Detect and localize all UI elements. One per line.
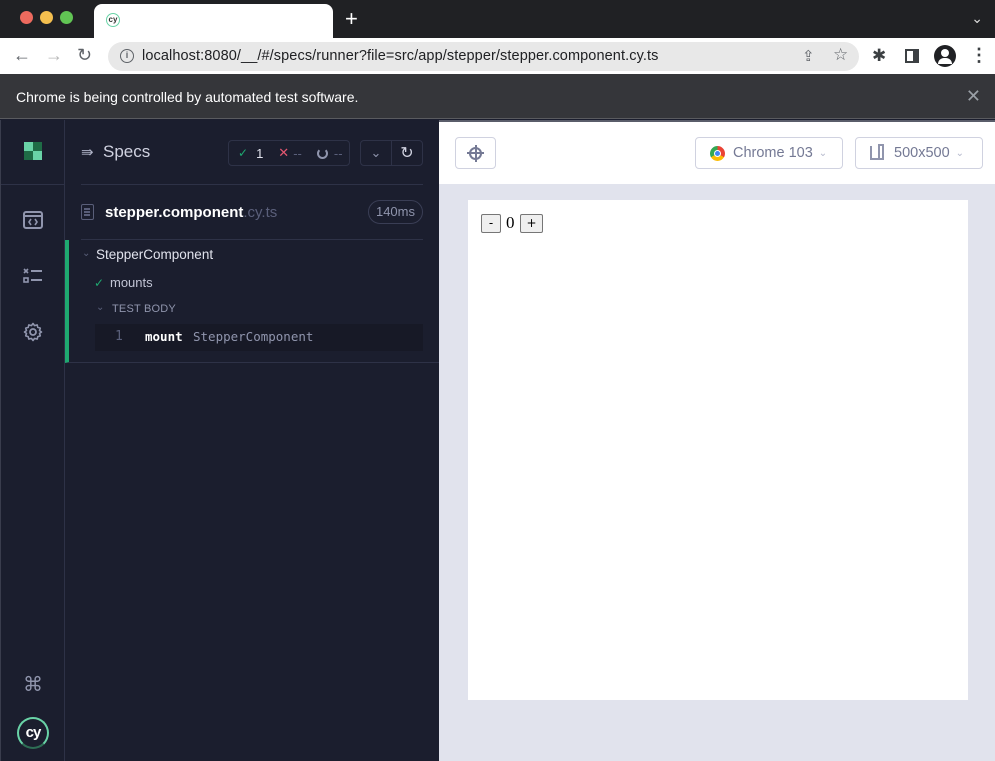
pending-spinner-icon [316, 147, 328, 159]
specs-title[interactable]: Specs [103, 142, 150, 162]
side-panel-icon[interactable] [905, 49, 919, 63]
infobar-close-icon[interactable]: ✕ [966, 86, 981, 107]
gear-icon [23, 322, 43, 342]
app-preview: Chrome 103 ⌄ 500x500 ⌄ - 0 + [439, 120, 995, 761]
share-icon[interactable]: ⇪ [802, 47, 815, 65]
spec-duration-badge: 140ms [367, 200, 423, 224]
selector-playground-button[interactable] [455, 137, 496, 169]
sidebar-item-settings[interactable] [21, 320, 45, 344]
test-list-icon [23, 268, 42, 283]
browser-menu-icon[interactable]: ⋮ [970, 44, 988, 66]
url-text[interactable]: localhost:8080/__/#/specs/runner?file=sr… [142, 48, 658, 64]
browser-dropdown[interactable]: Chrome 103 ⌄ [695, 137, 843, 169]
collapse-all-button[interactable]: ⌄ [361, 141, 391, 165]
preview-toolbar: Chrome 103 ⌄ 500x500 ⌄ [439, 120, 995, 184]
suite-title[interactable]: StepperComponent [96, 247, 213, 262]
back-arrow-icon[interactable]: ← [13, 44, 31, 66]
viewport-dropdown[interactable]: 500x500 ⌄ [855, 137, 983, 169]
ruler-icon [870, 144, 884, 160]
command-name: mount [145, 329, 183, 344]
specs-list-icon[interactable]: ⇛ [81, 143, 94, 161]
reporter-controls: ⌄ ↻ [360, 140, 423, 166]
code-window-icon [23, 211, 43, 229]
chevron-down-icon: ⌄ [818, 147, 828, 159]
sidebar-nav: ⌘ cy [0, 120, 65, 761]
decrement-button[interactable]: - [481, 214, 501, 233]
keyboard-shortcuts-icon[interactable]: ⌘ [23, 675, 43, 695]
command-number: 1 [115, 329, 123, 344]
suite-chevron-icon[interactable]: ⌄ [82, 248, 90, 259]
chevron-down-icon: ⌄ [955, 147, 965, 159]
tab-search-chevron-icon[interactable]: ⌄ [971, 10, 983, 27]
browser-label: Chrome 103 [733, 145, 813, 161]
test-stats: ✓ 1 ✕ -- -- [228, 140, 350, 166]
test-title[interactable]: mounts [110, 275, 153, 290]
viewport-label: 500x500 [894, 145, 950, 161]
spec-file-row: stepper.component.cy.ts 140ms [81, 200, 423, 226]
address-bar[interactable]: i localhost:8080/__/#/specs/runner?file=… [108, 42, 859, 71]
forward-arrow-icon[interactable]: → [45, 44, 63, 66]
pending-count: -- [333, 145, 343, 161]
command-log-row[interactable]: 1 mount StepperComponent [95, 324, 423, 351]
profile-avatar-icon[interactable] [934, 45, 956, 67]
suite-block: ⌄ StepperComponent ✓ mounts ⌄ TEST BODY … [65, 240, 439, 363]
infobar-message: Chrome is being controlled by automated … [16, 89, 359, 105]
spec-base-name: stepper.component [105, 204, 244, 221]
browser-tab[interactable]: cy [94, 4, 333, 38]
crosshair-icon [467, 144, 484, 162]
sidebar-item-specs[interactable] [21, 208, 45, 232]
browser-tab-strip: cy + ⌄ [0, 0, 995, 38]
window-close-button[interactable] [20, 11, 33, 24]
extensions-puzzle-icon[interactable]: ✱ [872, 46, 886, 66]
cypress-app: ⌘ cy ⇛ Specs ✓ 1 ✕ -- -- ⌄ ↻ stepper.com… [0, 120, 995, 761]
spec-extension: .cy.ts [243, 204, 278, 221]
bookmark-star-icon[interactable]: ☆ [833, 45, 848, 65]
new-tab-button[interactable]: + [345, 7, 358, 31]
site-info-icon[interactable]: i [120, 49, 134, 63]
automation-infobar: Chrome is being controlled by automated … [0, 74, 995, 119]
window-minimize-button[interactable] [40, 11, 53, 24]
test-body-chevron-icon[interactable]: ⌄ [96, 302, 104, 313]
rerun-button[interactable]: ↻ [391, 141, 422, 165]
reload-icon[interactable]: ↻ [77, 44, 92, 66]
passed-check-icon: ✓ [238, 146, 249, 160]
header-divider [81, 184, 423, 185]
sidebar-divider [1, 184, 65, 185]
chevron-down-icon: ⌄ [370, 145, 382, 160]
command-argument: StepperComponent [193, 329, 314, 344]
failed-x-icon: ✕ [278, 145, 290, 160]
test-body-label[interactable]: TEST BODY [112, 303, 176, 315]
stepper-count: 0 [506, 213, 515, 232]
sidebar-item-runs[interactable] [21, 264, 45, 288]
window-zoom-button[interactable] [60, 11, 73, 24]
cypress-logo-icon[interactable]: cy [17, 717, 49, 749]
failed-count: -- [293, 145, 302, 161]
cypress-favicon-icon: cy [106, 13, 120, 27]
app-under-test-frame: - 0 + [468, 200, 968, 700]
increment-button[interactable]: + [520, 214, 543, 233]
spec-file-name: stepper.component.cy.ts [105, 204, 277, 221]
document-icon [81, 204, 94, 220]
passed-count: 1 [256, 145, 264, 161]
rerun-icon: ↻ [400, 145, 414, 162]
test-passed-icon: ✓ [94, 276, 105, 290]
reporter-panel: ⇛ Specs ✓ 1 ✕ -- -- ⌄ ↻ stepper.componen… [65, 120, 439, 761]
project-logo-icon[interactable] [24, 142, 43, 161]
chrome-logo-icon [710, 145, 725, 161]
browser-toolbar: ← → ↻ i localhost:8080/__/#/specs/runner… [0, 38, 995, 74]
